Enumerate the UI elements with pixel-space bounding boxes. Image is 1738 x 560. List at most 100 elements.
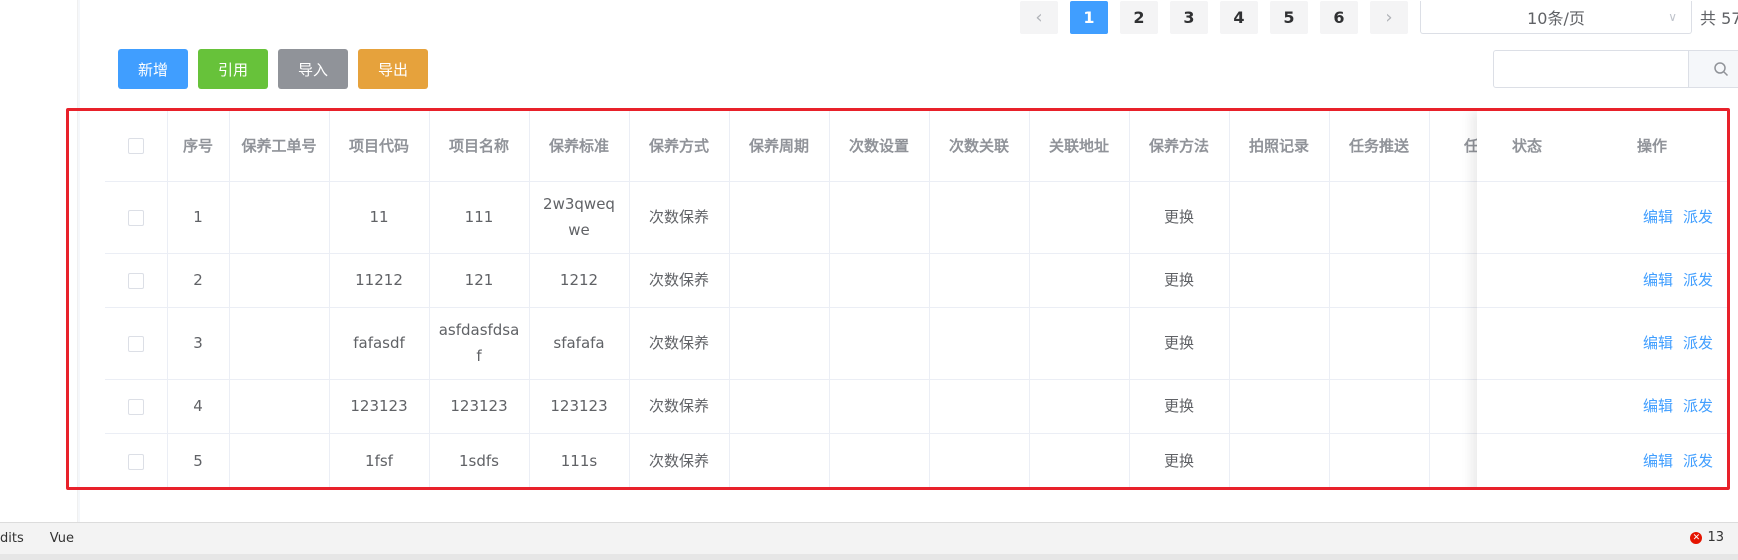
fixed-row: 编辑 派发 — [1477, 433, 1727, 487]
toolbar: 新增 引用 导入 导出 — [118, 49, 438, 89]
cell-method: 更换 — [1129, 307, 1230, 380]
page-5-button[interactable]: 5 — [1270, 0, 1308, 34]
add-button[interactable]: 新增 — [118, 49, 188, 89]
cell-task-push — [1329, 181, 1430, 254]
cell-operation: 编辑 派发 — [1577, 307, 1727, 380]
edit-link[interactable]: 编辑 — [1643, 452, 1673, 470]
cell-code: 11212 — [329, 253, 430, 308]
cell-task-push — [1329, 379, 1430, 434]
cell-count-link — [929, 433, 1030, 487]
edit-link[interactable]: 编辑 — [1643, 208, 1673, 226]
chevron-down-icon: ∨ — [1668, 9, 1677, 24]
header-count-link: 次数关联 — [929, 111, 1030, 182]
cell-link-address — [1029, 253, 1130, 308]
row-checkbox[interactable] — [127, 398, 144, 415]
dispatch-link[interactable]: 派发 — [1683, 271, 1713, 289]
error-icon: ✕ — [1690, 531, 1703, 544]
page-1-button[interactable]: 1 — [1070, 0, 1108, 34]
page-3-button[interactable]: 3 — [1170, 0, 1208, 34]
cell-status — [1477, 379, 1577, 434]
search-input[interactable] — [1494, 51, 1689, 87]
row-checkbox[interactable] — [127, 453, 144, 470]
cell-count-setting — [829, 253, 930, 308]
cell-status — [1477, 433, 1577, 487]
fixed-header-row: 状态 操作 — [1477, 111, 1727, 182]
cell-mode: 次数保养 — [629, 379, 730, 434]
cell-photo-record — [1229, 379, 1330, 434]
cell-link-address — [1029, 307, 1130, 380]
cell-photo-record — [1229, 433, 1330, 487]
header-cycle: 保养周期 — [729, 111, 830, 182]
cell-operation: 编辑 派发 — [1577, 253, 1727, 308]
cell-link-address — [1029, 433, 1130, 487]
table-row: 3 fafasdf asfdasfdsaf sfafafa 次数保养 更换 — [105, 307, 1530, 380]
page-size-select[interactable]: 10条/页 ∨ — [1420, 0, 1692, 34]
edit-link[interactable]: 编辑 — [1643, 334, 1673, 352]
page-2-button[interactable]: 2 — [1120, 0, 1158, 34]
cell-mode: 次数保养 — [629, 181, 730, 254]
cell-seq: 2 — [167, 253, 230, 308]
search-box — [1493, 50, 1738, 88]
cell-name: asfdasfdsaf — [429, 307, 530, 380]
cell-count-link — [929, 181, 1030, 254]
error-count: 13 — [1707, 530, 1724, 545]
prev-page-button[interactable]: ‹ — [1020, 0, 1058, 34]
cell-photo-record — [1229, 181, 1330, 254]
fixed-right-columns: 状态 操作 编辑 派发 编辑 派发 编辑 派发 编辑 派发 编辑 派发 — [1477, 111, 1727, 487]
header-photo-record: 拍照记录 — [1229, 111, 1330, 182]
cell-task-push — [1329, 307, 1430, 380]
edit-link[interactable]: 编辑 — [1643, 271, 1673, 289]
cell-count-setting — [829, 379, 930, 434]
export-button[interactable]: 导出 — [358, 49, 428, 89]
devtools-status-bar: dits Vue ✕ 13 — [0, 522, 1738, 554]
dispatch-link[interactable]: 派发 — [1683, 208, 1713, 226]
header-status: 状态 — [1477, 111, 1577, 182]
cell-seq: 3 — [167, 307, 230, 380]
dispatch-link[interactable]: 派发 — [1683, 397, 1713, 415]
cell-operation: 编辑 派发 — [1577, 181, 1727, 254]
cell-cycle — [729, 433, 830, 487]
header-method: 保养方法 — [1129, 111, 1230, 182]
dispatch-link[interactable]: 派发 — [1683, 334, 1713, 352]
cell-task-push — [1329, 433, 1430, 487]
cell-name: 1sdfs — [429, 433, 530, 487]
cell-count-link — [929, 307, 1030, 380]
row-select-cell — [105, 253, 168, 308]
reference-button[interactable]: 引用 — [198, 49, 268, 89]
cell-code: 123123 — [329, 379, 430, 434]
row-checkbox[interactable] — [127, 209, 144, 226]
cell-order — [229, 181, 330, 254]
cell-code: fafasdf — [329, 307, 430, 380]
cell-photo-record — [1229, 253, 1330, 308]
header-code: 项目代码 — [329, 111, 430, 182]
bottom-border — [0, 554, 1738, 560]
error-indicator[interactable]: ✕ 13 — [1690, 530, 1724, 545]
row-select-cell — [105, 379, 168, 434]
pagination: ‹ 1 2 3 4 5 6 › 10条/页 ∨ 共 57 — [1020, 0, 1738, 34]
data-table-highlight: 序号 保养工单号 项目代码 项目名称 保养标准 保养方式 保养周期 次数设置 次… — [66, 108, 1730, 490]
cell-standard: 111s — [529, 433, 630, 487]
cell-link-address — [1029, 379, 1130, 434]
cell-cycle — [729, 379, 830, 434]
header-link-address: 关联地址 — [1029, 111, 1130, 182]
cell-count-setting — [829, 181, 930, 254]
search-button[interactable] — [1688, 51, 1738, 87]
cell-cycle — [729, 181, 830, 254]
header-task-push: 任务推送 — [1329, 111, 1430, 182]
row-checkbox[interactable] — [127, 272, 144, 289]
cell-method: 更换 — [1129, 433, 1230, 487]
row-checkbox[interactable] — [127, 335, 144, 352]
page-4-button[interactable]: 4 — [1220, 0, 1258, 34]
edit-link[interactable]: 编辑 — [1643, 397, 1673, 415]
page-6-button[interactable]: 6 — [1320, 0, 1358, 34]
next-page-button[interactable]: › — [1370, 0, 1408, 34]
audits-tab[interactable]: dits — [0, 531, 24, 546]
import-button[interactable]: 导入 — [278, 49, 348, 89]
header-operation: 操作 — [1577, 111, 1727, 182]
cell-standard: 2w3qweqwe — [529, 181, 630, 254]
cell-order — [229, 307, 330, 380]
select-all-checkbox[interactable] — [127, 138, 144, 155]
chevron-right-icon: › — [1385, 6, 1393, 28]
vue-tab[interactable]: Vue — [50, 531, 74, 546]
dispatch-link[interactable]: 派发 — [1683, 452, 1713, 470]
